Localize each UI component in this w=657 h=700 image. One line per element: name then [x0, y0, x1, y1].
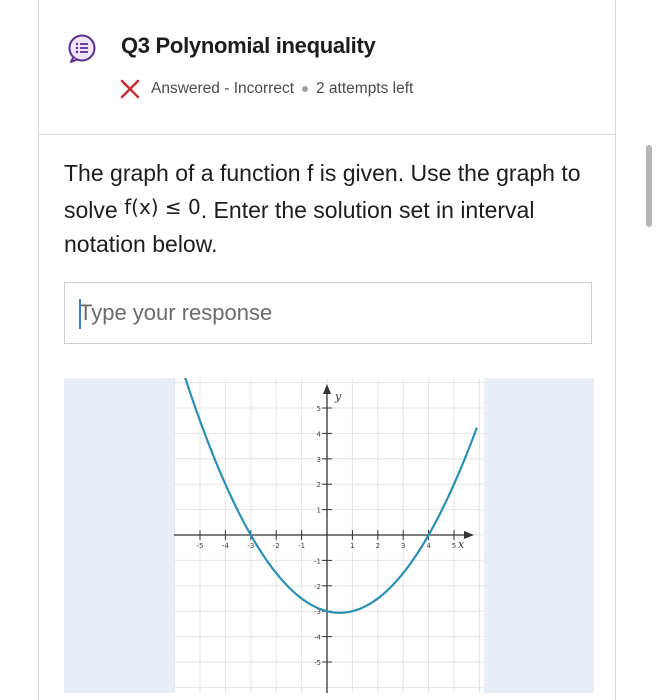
y-tick-label: 3 — [317, 456, 321, 464]
answer-status: Answered - Incorrect 2 attempts left — [119, 78, 413, 100]
question-header: Q3 Polynomial inequality Answered - Inco… — [39, 0, 615, 135]
x-tick-label: 2 — [376, 542, 380, 550]
separator-dot — [302, 86, 308, 92]
response-field[interactable] — [64, 282, 592, 344]
question-list-icon — [68, 34, 96, 63]
y-tick-label: 1 — [317, 507, 321, 515]
x-tick-label: -2 — [273, 542, 280, 550]
graph-area: y x -5 -4 -3 -2 -1 1 2 3 4 5 5 4 3 2 1 -1 -2 -3 -4 -5 — [174, 368, 484, 693]
x-axis-arrow — [464, 531, 474, 539]
y-tick-label: -2 — [314, 583, 321, 591]
graph-frame: y x -5 -4 -3 -2 -1 1 2 3 4 5 5 4 3 2 1 -1 -2 -3 -4 -5 — [64, 368, 594, 693]
x-tick-label: 3 — [401, 542, 405, 550]
x-tick-label: 1 — [350, 542, 354, 550]
y-tick-label: -1 — [314, 557, 321, 565]
y-tick-label: 2 — [317, 481, 321, 489]
x-tick-label: -4 — [222, 542, 230, 550]
scrollbar[interactable] — [646, 145, 652, 227]
y-axis-label: y — [334, 390, 342, 403]
y-tick-label: -5 — [314, 659, 321, 667]
attempts-text: 2 attempts left — [316, 80, 414, 97]
function-curve — [181, 368, 478, 614]
question-title: Q3 Polynomial inequality — [121, 33, 376, 58]
text-caret — [79, 299, 81, 329]
x-axis-label: x — [458, 538, 465, 551]
function-graph: yx-5 -4 -3 -2 -1 1 2 3 4 554321-1-2-3-4-5 — [174, 368, 484, 693]
x-tick-label: -3 — [247, 542, 254, 550]
x-tick-label: -1 — [298, 542, 305, 550]
response-input[interactable] — [65, 283, 591, 343]
y-tick-label: 4 — [317, 430, 322, 438]
y-tick-label: 5 — [317, 405, 321, 413]
y-axis-arrow — [323, 384, 331, 394]
x-tick-label: 5 — [452, 542, 456, 550]
question-card: Q3 Polynomial inequality Answered - Inco… — [38, 0, 616, 700]
x-tick-label: 4 — [426, 542, 431, 550]
x-tick-label: -5 — [197, 542, 204, 550]
y-tick-label: -4 — [314, 634, 322, 642]
math-expression: f(x) ≤ 0 — [124, 195, 201, 219]
status-text: Answered - Incorrect — [151, 80, 294, 97]
x-icon — [120, 79, 140, 99]
question-prompt: The graph of a function f is given. Use … — [64, 156, 584, 261]
